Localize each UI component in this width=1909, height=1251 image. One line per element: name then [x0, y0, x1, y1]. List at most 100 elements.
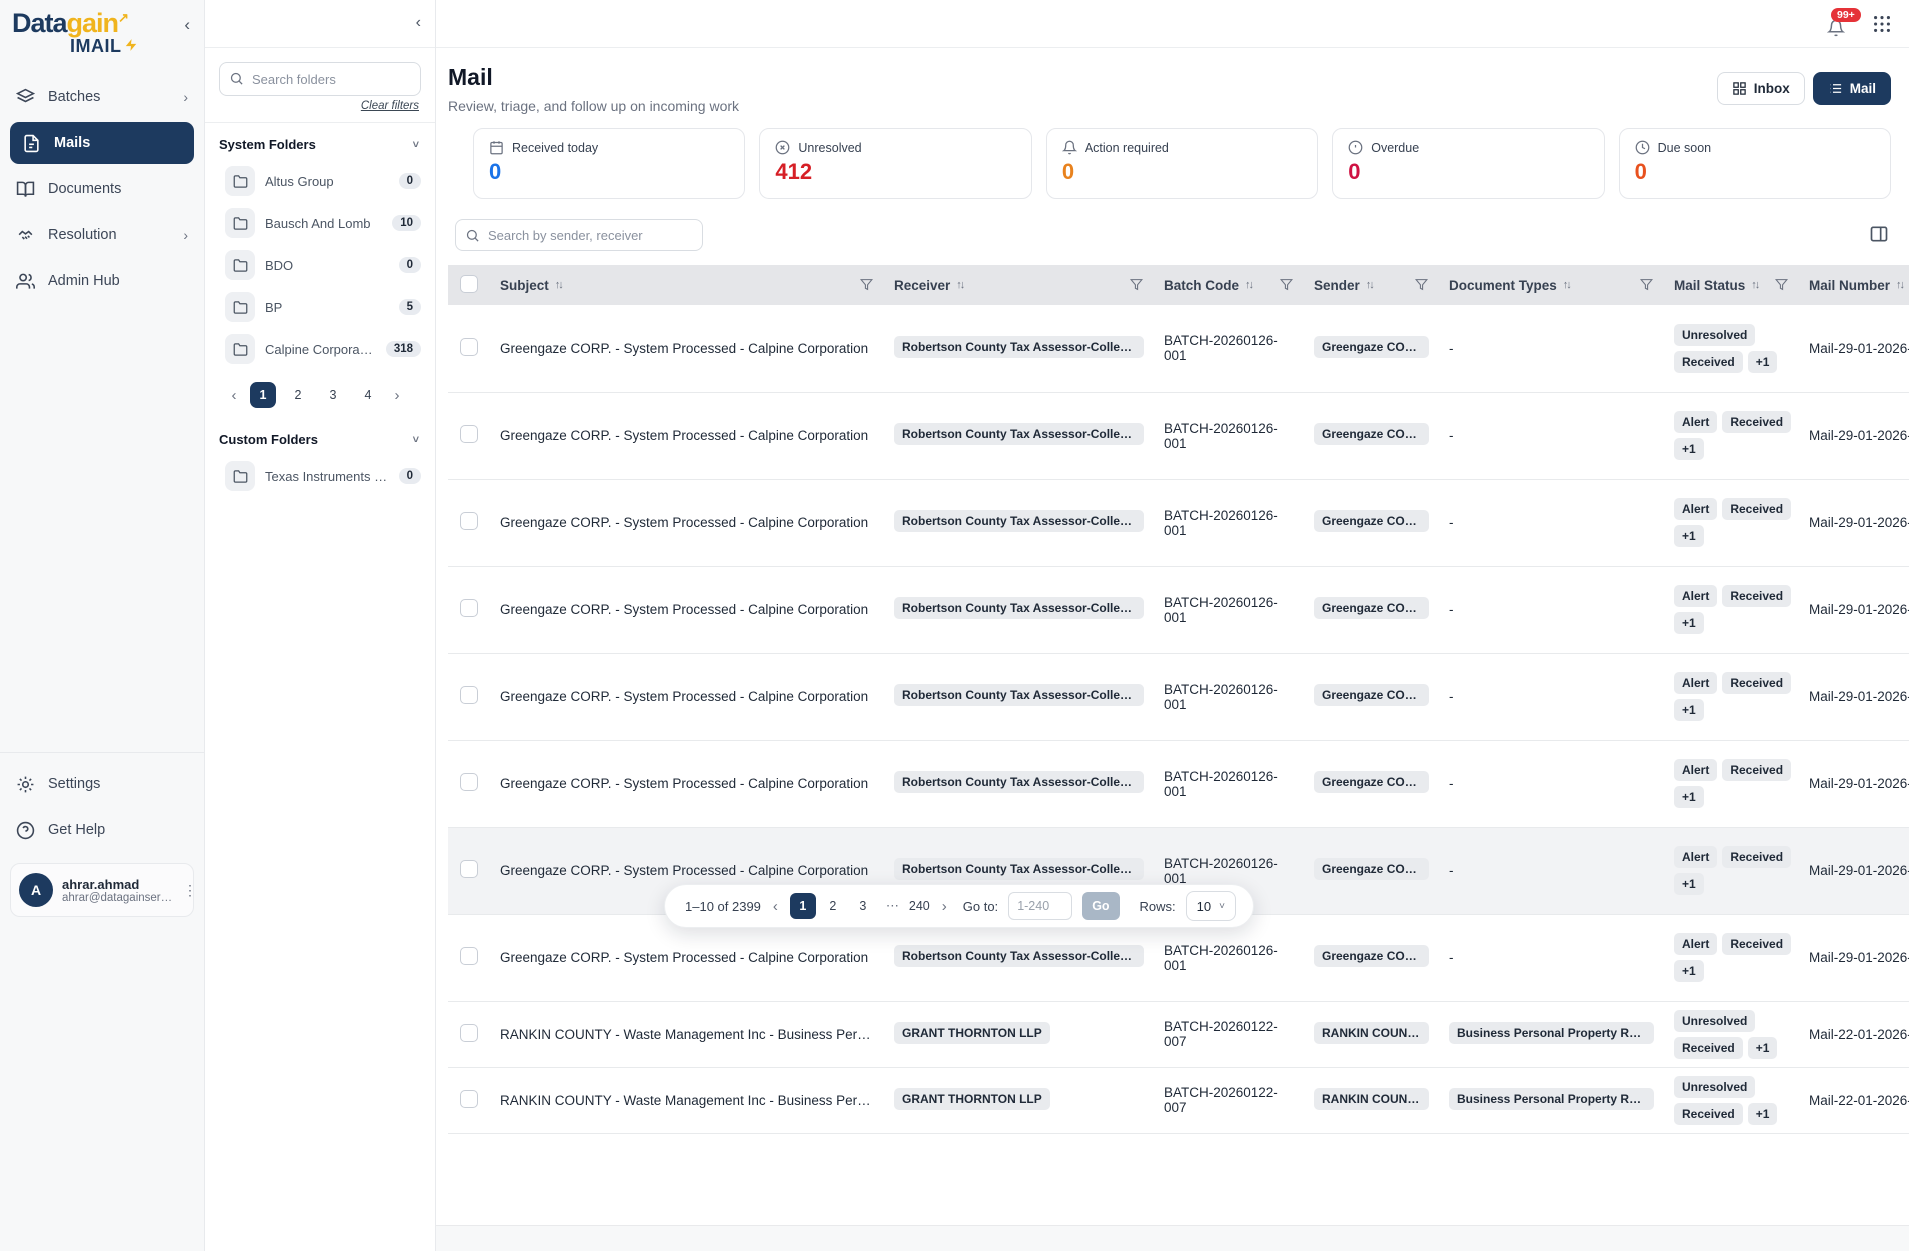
sort-icon[interactable]: ↑↓	[1366, 279, 1373, 291]
sidebar-collapse-icon[interactable]: ‹	[184, 16, 190, 33]
filter-icon[interactable]	[1130, 278, 1144, 292]
sidebar-nav-item[interactable]: Mails ›	[10, 122, 194, 164]
row-checkbox[interactable]	[460, 686, 478, 704]
folder-pagination: ‹ 1 2 3 4 ›	[205, 370, 435, 418]
folder-item[interactable]: Texas Instruments Inc. 0	[205, 455, 435, 497]
left-sidebar: Datagain↗ IMAIL ‹ Batches › Mails ›	[0, 0, 205, 1251]
sort-icon[interactable]: ↑↓	[1896, 279, 1903, 291]
folder-item[interactable]: Altus Group 0	[205, 160, 435, 202]
user-card[interactable]: A ahrar.ahmad ahrar@datagainservice... ⋮	[10, 863, 194, 917]
row-checkbox[interactable]	[460, 947, 478, 965]
filter-icon[interactable]	[1415, 278, 1429, 292]
table-row[interactable]: Greengaze CORP. - System Processed - Cal…	[448, 566, 1909, 653]
page-button[interactable]: 2	[820, 893, 846, 919]
table-row[interactable]: Greengaze CORP. - System Processed - Cal…	[448, 479, 1909, 566]
status-badge: +1	[1674, 699, 1704, 721]
inbox-toggle-button[interactable]: Inbox	[1717, 72, 1805, 105]
folder-page-button[interactable]: 3	[320, 382, 346, 408]
sidebar-nav-item[interactable]: Resolution ›	[0, 212, 204, 258]
filter-icon[interactable]	[1640, 278, 1654, 292]
sort-icon[interactable]: ↑↓	[1563, 279, 1570, 291]
filter-icon[interactable]	[1280, 278, 1294, 292]
sidebar-footer-label: Get Help	[48, 822, 105, 838]
apps-grid-icon[interactable]	[1871, 13, 1893, 35]
clear-filters-link[interactable]: Clear filters	[205, 100, 419, 112]
folder-name: Calpine Corporation	[265, 342, 376, 357]
filter-icon[interactable]	[860, 278, 874, 292]
row-checkbox[interactable]	[460, 512, 478, 530]
folder-page-button[interactable]: 2	[285, 382, 311, 408]
mail-search-input[interactable]	[455, 219, 703, 251]
table-row[interactable]: RANKIN COUNTY - Waste Management Inc - B…	[448, 1001, 1909, 1067]
sidebar-nav-item[interactable]: Admin Hub ›	[0, 258, 204, 304]
sidebar-nav-item[interactable]: Documents ›	[0, 166, 204, 212]
receiver-badge: Robertson County Tax Assessor-Collector	[894, 684, 1144, 706]
notifications-bell-icon[interactable]: 99+	[1827, 12, 1849, 36]
status-badge: Alert	[1674, 498, 1717, 520]
folder-search	[219, 62, 421, 96]
system-folders-heading: System Folders ˅	[205, 123, 435, 160]
goto-page-input[interactable]	[1008, 892, 1072, 920]
folder-item[interactable]: Bausch And Lomb 10	[205, 202, 435, 244]
stat-card: Overdue 0	[1332, 128, 1604, 199]
row-checkbox[interactable]	[460, 1090, 478, 1108]
sidebar-footer-item[interactable]: Get Help	[0, 807, 204, 853]
sender-badge: Greengaze CORP.	[1314, 510, 1429, 532]
prev-page-icon[interactable]: ‹	[771, 898, 780, 915]
rows-per-page-select[interactable]: 10 ˅	[1186, 891, 1236, 921]
filter-icon[interactable]	[1775, 278, 1789, 292]
page-button[interactable]: 1	[790, 893, 816, 919]
row-checkbox[interactable]	[460, 599, 478, 617]
go-button[interactable]: Go	[1082, 892, 1119, 920]
prev-page-icon[interactable]: ‹	[227, 387, 241, 404]
select-all-checkbox[interactable]	[460, 275, 478, 293]
folder-item[interactable]: BDO 0	[205, 244, 435, 286]
sidebar-footer: Settings Get Help A ahrar.ahmad ahrar@da…	[0, 752, 204, 917]
next-page-icon[interactable]: ›	[940, 898, 949, 915]
sender-badge: Greengaze CORP.	[1314, 336, 1429, 358]
sort-icon[interactable]: ↑↓	[1245, 279, 1252, 291]
sort-icon[interactable]: ↑↓	[956, 279, 963, 291]
mail-toggle-button[interactable]: Mail	[1813, 72, 1891, 105]
cell-batch-code: BATCH-20260126-001	[1152, 653, 1302, 740]
cell-mail-number: Mail-29-01-2026-D97	[1797, 479, 1909, 566]
table-row[interactable]: Greengaze CORP. - System Processed - Cal…	[448, 305, 1909, 392]
stat-value: 0	[1348, 159, 1588, 185]
sidebar-nav-item[interactable]: Batches ›	[0, 74, 204, 120]
page-button[interactable]: 3	[850, 893, 876, 919]
row-checkbox[interactable]	[460, 338, 478, 356]
sort-icon[interactable]: ↑↓	[1751, 279, 1758, 291]
list-icon	[1828, 81, 1843, 96]
row-checkbox[interactable]	[460, 860, 478, 878]
stat-value: 0	[489, 159, 729, 185]
row-checkbox[interactable]	[460, 425, 478, 443]
table-row[interactable]: Greengaze CORP. - System Processed - Cal…	[448, 740, 1909, 827]
table-row[interactable]: Greengaze CORP. - System Processed - Cal…	[448, 392, 1909, 479]
folder-search-input[interactable]	[219, 62, 421, 96]
folder-item[interactable]: BP 5	[205, 286, 435, 328]
table-row[interactable]: Greengaze CORP. - System Processed - Cal…	[448, 653, 1909, 740]
next-page-icon[interactable]: ›	[390, 387, 404, 404]
goto-label: Go to:	[963, 899, 998, 914]
cell-mail-number: Mail-29-01-2026-E77	[1797, 566, 1909, 653]
folder-page-button[interactable]: 1	[250, 382, 276, 408]
sort-icon[interactable]: ↑↓	[555, 279, 562, 291]
table-row[interactable]: RANKIN COUNTY - Waste Management Inc - B…	[448, 1067, 1909, 1133]
folder-item[interactable]: Calpine Corporation 318	[205, 328, 435, 370]
stat-label: Received today	[512, 141, 598, 155]
status-badge: +1	[1748, 1103, 1778, 1125]
sidebar-nav-label: Admin Hub	[48, 273, 120, 289]
sidebar-footer-item[interactable]: Settings	[0, 761, 204, 807]
panel-collapse-icon[interactable]: ‹	[416, 14, 421, 32]
chevron-down-icon[interactable]: ˅	[413, 434, 419, 446]
chevron-down-icon[interactable]: ˅	[413, 139, 419, 151]
folder-name: BDO	[265, 258, 293, 273]
folder-icon	[225, 292, 255, 322]
receiver-badge: Robertson County Tax Assessor-Collector	[894, 510, 1144, 532]
last-page-button[interactable]: 240	[909, 893, 930, 919]
kebab-menu-icon[interactable]: ⋮	[183, 882, 197, 899]
row-checkbox[interactable]	[460, 1024, 478, 1042]
folder-page-button[interactable]: 4	[355, 382, 381, 408]
row-checkbox[interactable]	[460, 773, 478, 791]
columns-toggle-icon[interactable]	[1869, 224, 1891, 246]
